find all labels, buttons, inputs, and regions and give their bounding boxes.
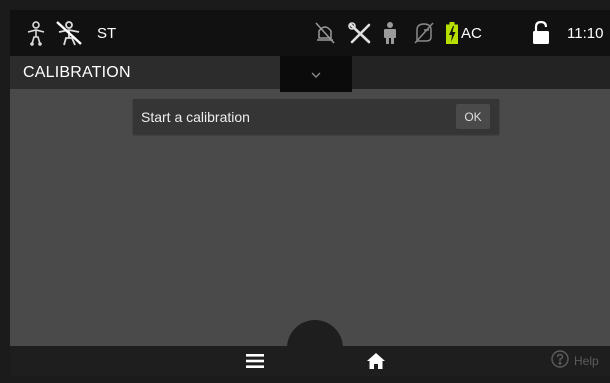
menu-icon[interactable]: [244, 351, 266, 371]
ok-button[interactable]: OK: [456, 104, 490, 129]
chevron-down-icon: [311, 65, 321, 83]
calibration-message: Start a calibration OK: [133, 99, 499, 134]
page-title: CALIBRATION: [23, 63, 131, 81]
help-icon: [551, 349, 569, 373]
lock-open-icon[interactable]: [532, 10, 550, 56]
power-source-label: AC: [461, 24, 482, 42]
patient-mode-label: ST: [97, 24, 117, 42]
title-bar: CALIBRATION: [10, 56, 610, 92]
status-bar: ST AC 11:10: [10, 10, 610, 56]
device-screen: ST AC 11:10 CALIBRATION Start a calibrat…: [10, 10, 610, 376]
home-icon[interactable]: [365, 350, 387, 372]
title-area: CALIBRATION: [10, 56, 280, 89]
patient-icon: [24, 10, 48, 56]
battery-charging-icon: [446, 22, 458, 44]
help-label: Help: [574, 354, 599, 368]
title-bar-right: [352, 56, 610, 89]
message-text: Start a calibration: [141, 108, 250, 125]
alarm-off-icon: [314, 10, 336, 56]
person-icon: [381, 10, 399, 56]
clock: 11:10: [567, 24, 604, 42]
bottom-nav: Help: [10, 346, 610, 376]
power-status: AC: [446, 10, 482, 56]
patient-crossed-icon: [54, 10, 84, 56]
gas-icon: [413, 10, 435, 56]
help-button[interactable]: Help: [551, 349, 599, 373]
menu-dropdown-button[interactable]: [280, 56, 352, 92]
tools-icon: [347, 10, 373, 56]
